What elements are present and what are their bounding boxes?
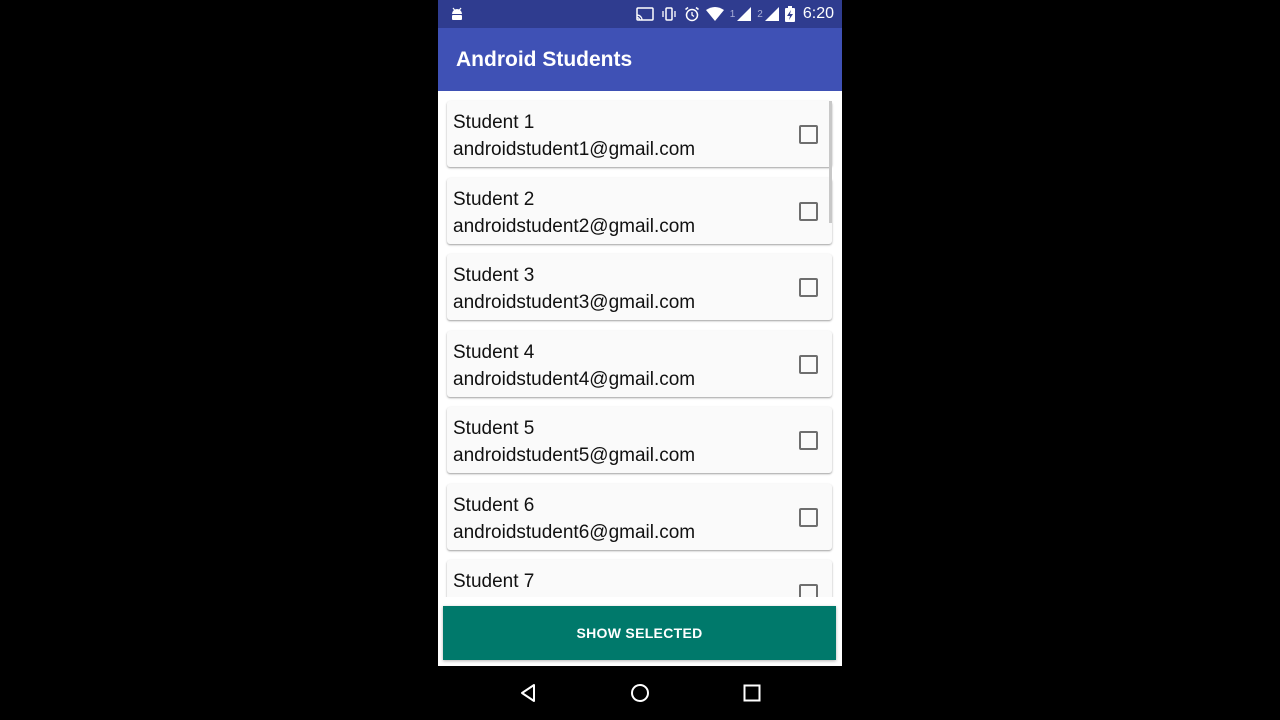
wifi-icon xyxy=(705,7,724,21)
student-name: Student 3 xyxy=(453,265,535,286)
student-list[interactable]: Student 1 androidstudent1@gmail.com Stud… xyxy=(438,91,842,597)
student-email: androidstudent5@gmail.com xyxy=(453,445,696,466)
student-email: androidstudent6@gmail.com xyxy=(453,522,696,543)
list-item[interactable]: Student 1 androidstudent1@gmail.com xyxy=(447,101,832,167)
cast-icon xyxy=(635,7,654,21)
battery-charging-icon xyxy=(784,6,795,22)
select-checkbox[interactable] xyxy=(799,431,818,450)
app-title: Android Students xyxy=(456,48,633,71)
list-item[interactable]: Student 3 androidstudent3@gmail.com xyxy=(447,254,832,320)
select-checkbox[interactable] xyxy=(799,584,818,597)
signal-sim1-icon xyxy=(737,7,752,21)
student-name: Student 1 xyxy=(453,112,535,133)
clock: 6:20 xyxy=(802,5,834,22)
select-checkbox[interactable] xyxy=(799,125,818,144)
student-email: androidstudent3@gmail.com xyxy=(453,292,696,313)
sim2-label: 2 xyxy=(757,8,763,20)
student-name: Student 4 xyxy=(453,342,535,363)
select-checkbox[interactable] xyxy=(799,202,818,221)
main-content: Student 1 androidstudent1@gmail.com Stud… xyxy=(438,91,842,666)
student-email: androidstudent1@gmail.com xyxy=(453,139,696,160)
scrollbar-thumb[interactable] xyxy=(829,101,832,223)
alarm-icon xyxy=(684,6,700,22)
phone-screen: 1 2 6:20 Android Students Student 1 andr… xyxy=(438,0,842,720)
student-name: Student 2 xyxy=(453,189,535,210)
android-debug-icon xyxy=(450,6,464,27)
select-checkbox[interactable] xyxy=(799,355,818,374)
sim1-label: 1 xyxy=(729,8,736,20)
select-checkbox[interactable] xyxy=(799,508,818,527)
signal-sim2-icon xyxy=(764,7,779,21)
home-icon[interactable] xyxy=(627,680,653,706)
app-bar: Android Students xyxy=(438,28,842,91)
list-item[interactable]: Student 6 androidstudent6@gmail.com xyxy=(447,484,832,550)
student-email: androidstudent2@gmail.com xyxy=(453,216,696,237)
list-item[interactable]: Student 5 androidstudent5@gmail.com xyxy=(447,407,832,473)
student-name: Student 5 xyxy=(453,418,535,439)
navigation-bar xyxy=(438,666,842,720)
list-item[interactable]: Student 7 xyxy=(447,560,832,597)
list-item[interactable]: Student 2 androidstudent2@gmail.com xyxy=(447,178,832,244)
select-checkbox[interactable] xyxy=(799,278,818,297)
student-name: Student 7 xyxy=(453,571,535,592)
student-name: Student 6 xyxy=(453,495,535,516)
back-icon[interactable] xyxy=(515,680,541,706)
show-selected-button[interactable]: SHOW SELECTED xyxy=(443,606,836,660)
list-item[interactable]: Student 4 androidstudent4@gmail.com xyxy=(447,331,832,397)
student-email: androidstudent4@gmail.com xyxy=(453,369,696,390)
vibrate-icon xyxy=(660,7,678,21)
recents-icon[interactable] xyxy=(739,680,765,706)
status-bar: 1 2 6:20 xyxy=(438,0,842,28)
